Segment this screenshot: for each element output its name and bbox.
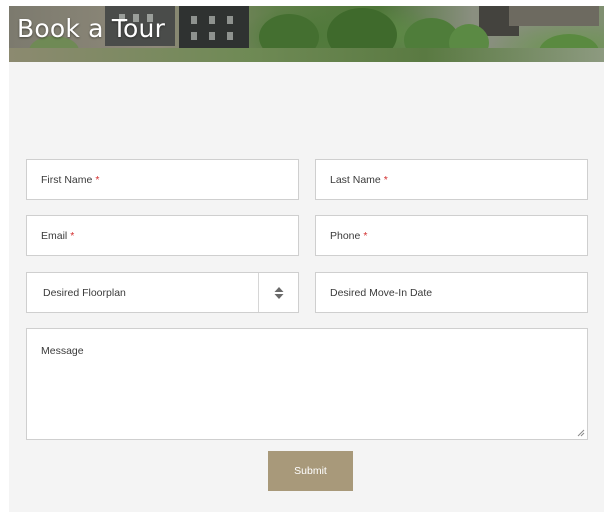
building-image-element — [509, 6, 599, 26]
select-arrows-icon — [274, 287, 284, 299]
window-image-element — [191, 16, 197, 24]
hero-banner: Book a Tour — [9, 6, 604, 62]
required-marker: * — [95, 173, 100, 186]
first-name-placeholder: First Name — [41, 173, 93, 186]
email-field[interactable]: Email * — [26, 215, 299, 256]
ground-image-element — [9, 48, 604, 62]
window-image-element — [209, 16, 215, 24]
move-in-date-placeholder: Desired Move-In Date — [330, 286, 433, 299]
resize-grip-icon[interactable] — [577, 429, 585, 437]
required-marker: * — [363, 229, 368, 242]
required-marker: * — [383, 173, 388, 186]
window-image-element — [227, 32, 233, 40]
floorplan-selected-value: Desired Floorplan — [43, 286, 126, 299]
floorplan-select[interactable]: Desired Floorplan — [26, 272, 299, 313]
last-name-field[interactable]: Last Name * — [315, 159, 588, 200]
last-name-placeholder: Last Name — [330, 173, 381, 186]
window-image-element — [209, 32, 215, 40]
email-placeholder: Email — [41, 229, 68, 242]
window-image-element — [227, 16, 233, 24]
first-name-field[interactable]: First Name * — [26, 159, 299, 200]
phone-field[interactable]: Phone * — [315, 215, 588, 256]
select-divider — [258, 273, 259, 312]
submit-button[interactable]: Submit — [268, 451, 353, 491]
message-textarea[interactable]: Message — [26, 328, 588, 440]
phone-placeholder: Phone — [330, 229, 361, 242]
message-placeholder: Message — [41, 345, 84, 357]
move-in-date-field[interactable]: Desired Move-In Date — [315, 272, 588, 313]
window-image-element — [191, 32, 197, 40]
required-marker: * — [70, 229, 75, 242]
page-title: Book a Tour — [17, 14, 166, 43]
